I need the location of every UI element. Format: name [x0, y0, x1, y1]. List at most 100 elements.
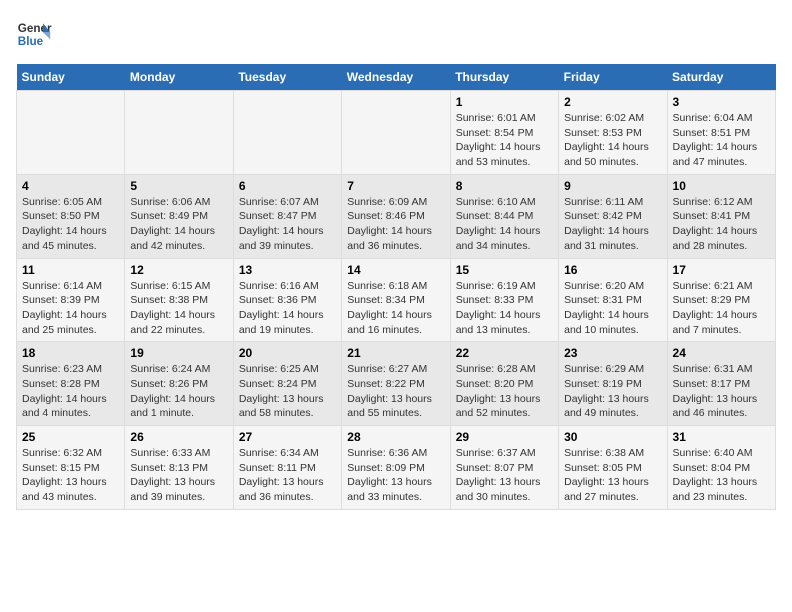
day-info: Sunrise: 6:11 AM Sunset: 8:42 PM Dayligh…	[564, 195, 661, 254]
day-number: 3	[673, 95, 770, 109]
calendar-cell: 27 Sunrise: 6:34 AM Sunset: 8:11 PM Dayli…	[233, 426, 341, 510]
weekday-saturday: Saturday	[667, 64, 775, 91]
day-number: 7	[347, 179, 444, 193]
calendar-week-1: 1 Sunrise: 6:01 AM Sunset: 8:54 PM Daylig…	[17, 91, 776, 175]
day-info: Sunrise: 6:24 AM Sunset: 8:26 PM Dayligh…	[130, 362, 227, 421]
svg-text:Blue: Blue	[18, 35, 44, 48]
day-info: Sunrise: 6:40 AM Sunset: 8:04 PM Dayligh…	[673, 446, 770, 505]
calendar-cell: 18 Sunrise: 6:23 AM Sunset: 8:28 PM Dayli…	[17, 342, 125, 426]
calendar-week-5: 25Sunrise: 6:32 AM Sunset: 8:15 PM Dayli…	[17, 426, 776, 510]
day-info: Sunrise: 6:38 AM Sunset: 8:05 PM Dayligh…	[564, 446, 661, 505]
weekday-thursday: Thursday	[450, 64, 558, 91]
day-number: 14	[347, 263, 444, 277]
day-number: 17	[673, 263, 770, 277]
calendar-body: 1 Sunrise: 6:01 AM Sunset: 8:54 PM Daylig…	[17, 91, 776, 510]
day-info: Sunrise: 6:37 AM Sunset: 8:07 PM Dayligh…	[456, 446, 553, 505]
day-info: Sunrise: 6:34 AM Sunset: 8:11 PM Dayligh…	[239, 446, 336, 505]
day-info: Sunrise: 6:28 AM Sunset: 8:20 PM Dayligh…	[456, 362, 553, 421]
day-info: Sunrise: 6:15 AM Sunset: 8:38 PM Dayligh…	[130, 279, 227, 338]
calendar-cell: 21 Sunrise: 6:27 AM Sunset: 8:22 PM Dayli…	[342, 342, 450, 426]
weekday-monday: Monday	[125, 64, 233, 91]
day-info: Sunrise: 6:29 AM Sunset: 8:19 PM Dayligh…	[564, 362, 661, 421]
day-info: Sunrise: 6:23 AM Sunset: 8:28 PM Dayligh…	[22, 362, 119, 421]
day-info: Sunrise: 6:33 AM Sunset: 8:13 PM Dayligh…	[130, 446, 227, 505]
day-number: 30	[564, 430, 661, 444]
day-number: 11	[22, 263, 119, 277]
day-number: 24	[673, 346, 770, 360]
day-info: Sunrise: 6:27 AM Sunset: 8:22 PM Dayligh…	[347, 362, 444, 421]
day-number: 19	[130, 346, 227, 360]
day-number: 29	[456, 430, 553, 444]
weekday-sunday: Sunday	[17, 64, 125, 91]
calendar-cell: 20 Sunrise: 6:25 AM Sunset: 8:24 PM Dayli…	[233, 342, 341, 426]
logo-icon: General Blue	[16, 16, 52, 52]
day-number: 22	[456, 346, 553, 360]
day-number: 23	[564, 346, 661, 360]
calendar-cell: 28 Sunrise: 6:36 AM Sunset: 8:09 PM Dayli…	[342, 426, 450, 510]
calendar-cell: 23 Sunrise: 6:29 AM Sunset: 8:19 PM Dayli…	[559, 342, 667, 426]
day-info: Sunrise: 6:25 AM Sunset: 8:24 PM Dayligh…	[239, 362, 336, 421]
day-info: Sunrise: 6:16 AM Sunset: 8:36 PM Dayligh…	[239, 279, 336, 338]
day-number: 8	[456, 179, 553, 193]
day-info: Sunrise: 6:06 AM Sunset: 8:49 PM Dayligh…	[130, 195, 227, 254]
calendar-cell: 9 Sunrise: 6:11 AM Sunset: 8:42 PM Daylig…	[559, 174, 667, 258]
day-info: Sunrise: 6:10 AM Sunset: 8:44 PM Dayligh…	[456, 195, 553, 254]
day-number: 20	[239, 346, 336, 360]
calendar-cell: 14 Sunrise: 6:18 AM Sunset: 8:34 PM Dayli…	[342, 258, 450, 342]
logo: General Blue	[16, 16, 52, 52]
day-number: 2	[564, 95, 661, 109]
calendar-cell: 10 Sunrise: 6:12 AM Sunset: 8:41 PM Dayli…	[667, 174, 775, 258]
calendar-cell	[17, 91, 125, 175]
calendar-cell: 7 Sunrise: 6:09 AM Sunset: 8:46 PM Daylig…	[342, 174, 450, 258]
day-info: Sunrise: 6:12 AM Sunset: 8:41 PM Dayligh…	[673, 195, 770, 254]
calendar-week-3: 11Sunrise: 6:14 AM Sunset: 8:39 PM Dayli…	[17, 258, 776, 342]
day-info: Sunrise: 6:36 AM Sunset: 8:09 PM Dayligh…	[347, 446, 444, 505]
day-info: Sunrise: 6:18 AM Sunset: 8:34 PM Dayligh…	[347, 279, 444, 338]
day-number: 1	[456, 95, 553, 109]
calendar-cell: 6 Sunrise: 6:07 AM Sunset: 8:47 PM Daylig…	[233, 174, 341, 258]
calendar-cell	[125, 91, 233, 175]
weekday-friday: Friday	[559, 64, 667, 91]
day-number: 16	[564, 263, 661, 277]
weekday-wednesday: Wednesday	[342, 64, 450, 91]
day-info: Sunrise: 6:09 AM Sunset: 8:46 PM Dayligh…	[347, 195, 444, 254]
day-number: 21	[347, 346, 444, 360]
calendar-cell: 31 Sunrise: 6:40 AM Sunset: 8:04 PM Dayli…	[667, 426, 775, 510]
day-number: 5	[130, 179, 227, 193]
day-number: 12	[130, 263, 227, 277]
day-number: 15	[456, 263, 553, 277]
day-number: 4	[22, 179, 119, 193]
day-info: Sunrise: 6:07 AM Sunset: 8:47 PM Dayligh…	[239, 195, 336, 254]
day-number: 31	[673, 430, 770, 444]
weekday-header-row: SundayMondayTuesdayWednesdayThursdayFrid…	[17, 64, 776, 91]
day-info: Sunrise: 6:32 AM Sunset: 8:15 PM Dayligh…	[22, 446, 119, 505]
day-number: 18	[22, 346, 119, 360]
day-number: 6	[239, 179, 336, 193]
day-number: 13	[239, 263, 336, 277]
header: General Blue	[16, 16, 776, 52]
calendar-week-4: 18 Sunrise: 6:23 AM Sunset: 8:28 PM Dayli…	[17, 342, 776, 426]
calendar-cell: 19 Sunrise: 6:24 AM Sunset: 8:26 PM Dayli…	[125, 342, 233, 426]
day-info: Sunrise: 6:21 AM Sunset: 8:29 PM Dayligh…	[673, 279, 770, 338]
calendar-cell: 8 Sunrise: 6:10 AM Sunset: 8:44 PM Daylig…	[450, 174, 558, 258]
day-info: Sunrise: 6:20 AM Sunset: 8:31 PM Dayligh…	[564, 279, 661, 338]
weekday-tuesday: Tuesday	[233, 64, 341, 91]
day-number: 27	[239, 430, 336, 444]
calendar-cell: 30 Sunrise: 6:38 AM Sunset: 8:05 PM Dayli…	[559, 426, 667, 510]
calendar-cell: 12 Sunrise: 6:15 AM Sunset: 8:38 PM Dayli…	[125, 258, 233, 342]
day-number: 9	[564, 179, 661, 193]
day-number: 28	[347, 430, 444, 444]
calendar-cell: 15 Sunrise: 6:19 AM Sunset: 8:33 PM Dayli…	[450, 258, 558, 342]
calendar-week-2: 4 Sunrise: 6:05 AM Sunset: 8:50 PM Daylig…	[17, 174, 776, 258]
calendar-cell: 25Sunrise: 6:32 AM Sunset: 8:15 PM Dayli…	[17, 426, 125, 510]
calendar-cell: 1 Sunrise: 6:01 AM Sunset: 8:54 PM Daylig…	[450, 91, 558, 175]
calendar-cell: 17 Sunrise: 6:21 AM Sunset: 8:29 PM Dayli…	[667, 258, 775, 342]
calendar-cell: 4 Sunrise: 6:05 AM Sunset: 8:50 PM Daylig…	[17, 174, 125, 258]
calendar-cell: 11Sunrise: 6:14 AM Sunset: 8:39 PM Dayli…	[17, 258, 125, 342]
calendar-cell	[342, 91, 450, 175]
day-number: 10	[673, 179, 770, 193]
day-number: 26	[130, 430, 227, 444]
day-info: Sunrise: 6:01 AM Sunset: 8:54 PM Dayligh…	[456, 111, 553, 170]
day-info: Sunrise: 6:05 AM Sunset: 8:50 PM Dayligh…	[22, 195, 119, 254]
day-info: Sunrise: 6:19 AM Sunset: 8:33 PM Dayligh…	[456, 279, 553, 338]
